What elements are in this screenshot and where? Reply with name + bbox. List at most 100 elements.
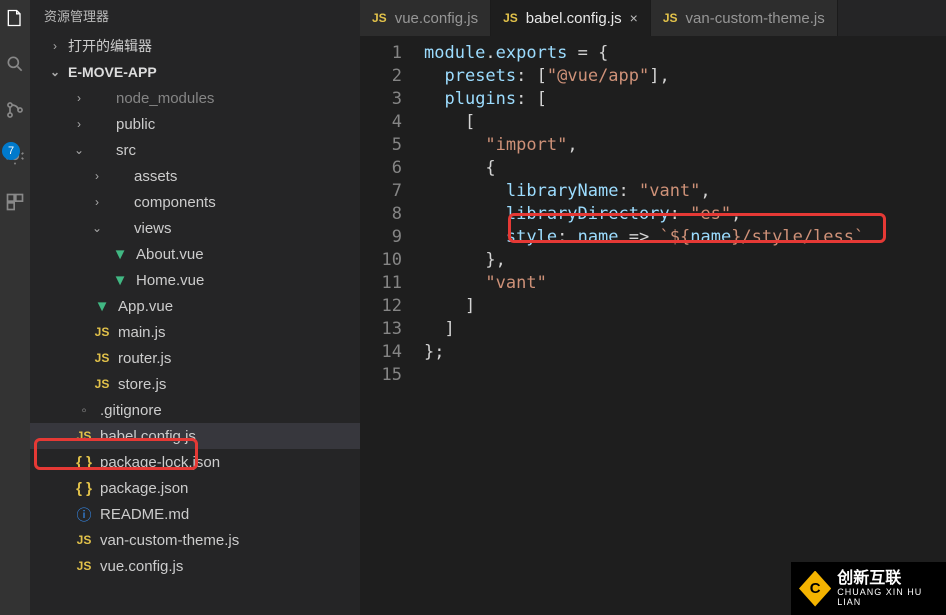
json-icon: { } (74, 480, 94, 497)
code-text: }, (424, 249, 506, 272)
tree-item-babel-config-js[interactable]: JSbabel.config.js (30, 423, 360, 449)
project-root-label: E-MOVE-APP (68, 64, 157, 80)
code-line-8: 8 libraryDirectory: "es", (360, 203, 946, 226)
tree-item-label: van-custom-theme.js (100, 532, 239, 549)
explorer-title: 资源管理器 (30, 0, 360, 33)
line-number: 5 (360, 134, 424, 157)
git-icon: ◦ (74, 402, 94, 419)
extensions-icon[interactable] (3, 190, 27, 214)
tree-item-label: .gitignore (100, 402, 162, 419)
tree-item-van-custom-theme-js[interactable]: JS van-custom-theme.js (30, 527, 360, 553)
js-icon: JS (663, 11, 678, 25)
tree-item-label: views (134, 220, 172, 237)
code-text: libraryName: "vant", (424, 180, 711, 203)
chevron-icon: › (74, 117, 84, 131)
line-number: 4 (360, 111, 424, 134)
tab-label: babel.config.js (526, 10, 622, 27)
code-line-5: 5 "import", (360, 134, 946, 157)
line-number: 6 (360, 157, 424, 180)
tree-item-label: App.vue (118, 298, 173, 315)
tree-item-src[interactable]: ⌄ src (30, 137, 360, 163)
tree-item-public[interactable]: › public (30, 111, 360, 137)
tree-item-home-vue[interactable]: ▼ Home.vue (30, 267, 360, 293)
js-icon: JS (74, 429, 94, 443)
tree-item-label: package.json (100, 480, 188, 497)
tab-van-custom-theme-js[interactable]: JSvan-custom-theme.js (651, 0, 838, 36)
tree-item-components[interactable]: ›components (30, 189, 360, 215)
chevron-icon: ⌄ (74, 143, 84, 157)
tree-item-label: store.js (118, 376, 166, 393)
tab-label: vue.config.js (395, 10, 478, 27)
code-line-2: 2 presets: ["@vue/app"], (360, 65, 946, 88)
js-icon: JS (92, 377, 112, 391)
code-text: ] (424, 318, 455, 341)
line-number: 15 (360, 364, 424, 387)
tree-item-label: node_modules (116, 90, 214, 107)
logo-sub: CHUANG XIN HU LIAN (837, 587, 938, 607)
code-line-4: 4 [ (360, 111, 946, 134)
code-text: "import", (424, 134, 578, 157)
tree-item-about-vue[interactable]: ▼About.vue (30, 241, 360, 267)
tree-item-app-vue[interactable]: ▼ App.vue (30, 293, 360, 319)
tab-babel-config-js[interactable]: JS babel.config.js × (491, 0, 651, 36)
scm-icon[interactable] (3, 98, 27, 122)
tree-item-node-modules[interactable]: ›node_modules (30, 85, 360, 111)
tree-item--gitignore[interactable]: ◦ .gitignore (30, 397, 360, 423)
scm-badge: 7 (2, 142, 20, 160)
open-editors-section[interactable]: ›打开的编辑器 (30, 33, 360, 61)
open-editors-label: 打开的编辑器 (68, 36, 152, 56)
project-root[interactable]: ⌄E-MOVE-APP (30, 61, 360, 85)
tree-item-readme-md[interactable]: ⓘREADME.md (30, 501, 360, 527)
vue-icon: ▼ (110, 272, 130, 289)
tree-item-store-js[interactable]: JS store.js (30, 371, 360, 397)
tree-item-label: src (116, 142, 136, 159)
code-text: libraryDirectory: "es", (424, 203, 741, 226)
line-number: 2 (360, 65, 424, 88)
vue-icon: ▼ (110, 246, 130, 263)
logo-mark-icon: C (799, 571, 831, 607)
chevron-icon: › (92, 169, 102, 183)
tree-item-label: Home.vue (136, 272, 204, 289)
tree-item-label: package-lock.json (100, 454, 220, 471)
json-icon: { } (74, 454, 94, 471)
tab-vue-config-js[interactable]: JSvue.config.js (360, 0, 491, 36)
line-number: 7 (360, 180, 424, 203)
tree-item-views[interactable]: ⌄ views (30, 215, 360, 241)
js-icon: JS (503, 11, 518, 25)
tree-item-label: main.js (118, 324, 166, 341)
js-icon: JS (92, 325, 112, 339)
close-icon[interactable]: × (630, 10, 638, 26)
vue-icon: ▼ (92, 298, 112, 315)
activity-bar (0, 0, 30, 615)
code-text: module.exports = { (424, 42, 608, 65)
code-editor[interactable]: 1module.exports = {2 presets: ["@vue/app… (360, 36, 946, 615)
tree-item-assets[interactable]: ›assets (30, 163, 360, 189)
code-text: }; (424, 341, 445, 364)
line-number: 3 (360, 88, 424, 111)
editor-area: JSvue.config.jsJSbabel.config.js×JSvan-c… (360, 0, 946, 615)
tree-item-main-js[interactable]: JS main.js (30, 319, 360, 345)
tree-item-label: README.md (100, 506, 189, 523)
code-line-11: 11 "vant" (360, 272, 946, 295)
editor-tabs: JSvue.config.jsJSbabel.config.js×JSvan-c… (360, 0, 946, 36)
tree-item-router-js[interactable]: JSrouter.js (30, 345, 360, 371)
files-icon[interactable] (3, 6, 27, 30)
line-number: 8 (360, 203, 424, 226)
js-icon: JS (74, 533, 94, 547)
js-icon: JS (92, 351, 112, 365)
tree-item-vue-config-js[interactable]: JSvue.config.js (30, 553, 360, 579)
code-text: "vant" (424, 272, 547, 295)
code-line-14: 14}; (360, 341, 946, 364)
tree-item-label: public (116, 116, 155, 133)
code-line-6: 6 { (360, 157, 946, 180)
code-text: plugins: [ (424, 88, 547, 111)
line-number: 13 (360, 318, 424, 341)
code-text: [ (424, 111, 475, 134)
tree-item-label: vue.config.js (100, 558, 183, 575)
search-icon[interactable] (3, 52, 27, 76)
tree-item-package-lock-json[interactable]: { } package-lock.json (30, 449, 360, 475)
tree-item-package-json[interactable]: { } package.json (30, 475, 360, 501)
code-line-15: 15 (360, 364, 946, 387)
line-number: 9 (360, 226, 424, 249)
chevron-icon: ⌄ (92, 221, 102, 235)
